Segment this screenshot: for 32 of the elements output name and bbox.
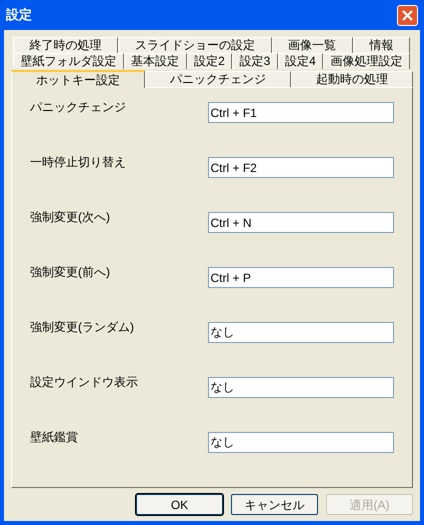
tab[interactable]: 設定2 <box>186 53 232 69</box>
tab[interactable]: 起動時の処理 <box>291 71 413 87</box>
hotkey-field[interactable]: なし <box>208 322 394 343</box>
tab[interactable]: 設定3 <box>232 53 278 69</box>
tab[interactable]: スライドショーの設定 <box>118 37 272 53</box>
window-title: 設定 <box>6 6 32 24</box>
tab[interactable]: 情報 <box>352 37 410 53</box>
tab[interactable]: 設定4 <box>278 53 324 69</box>
tab[interactable]: 終了時の処理 <box>13 37 118 53</box>
hotkey-field[interactable]: Ctrl + F2 <box>208 157 394 178</box>
tab[interactable]: 基本設定 <box>124 53 187 69</box>
tab[interactable]: 壁紙フォルダ設定 <box>13 53 124 69</box>
close-button[interactable] <box>397 4 418 26</box>
hotkey-label: 壁紙鑑賞 <box>30 429 79 446</box>
hotkey-label: 強制変更(ランダム) <box>30 319 135 336</box>
hotkey-label: 一時停止切り替え <box>30 154 127 171</box>
close-icon <box>402 10 413 20</box>
dialog-button[interactable]: キャンセル <box>231 494 318 515</box>
hotkey-field[interactable]: Ctrl + F1 <box>208 102 394 123</box>
hotkey-label: パニックチェンジ <box>30 99 127 116</box>
dialog-button[interactable]: OK <box>136 494 223 515</box>
tab[interactable]: 画像一覧 <box>272 37 353 53</box>
hotkey-field[interactable]: なし <box>208 432 394 453</box>
hotkey-label: 強制変更(前へ) <box>30 264 111 281</box>
tab[interactable]: 画像処理設定 <box>323 53 410 69</box>
tab[interactable]: ホットキー設定 <box>11 70 145 88</box>
hotkey-field[interactable]: Ctrl + N <box>208 212 394 233</box>
hotkey-label: 強制変更(次へ) <box>30 209 111 226</box>
tab[interactable]: パニックチェンジ <box>145 71 291 87</box>
hotkey-label: 設定ウインドウ表示 <box>30 374 139 391</box>
hotkey-field[interactable]: なし <box>208 377 394 398</box>
hotkey-field[interactable]: Ctrl + P <box>208 267 394 288</box>
